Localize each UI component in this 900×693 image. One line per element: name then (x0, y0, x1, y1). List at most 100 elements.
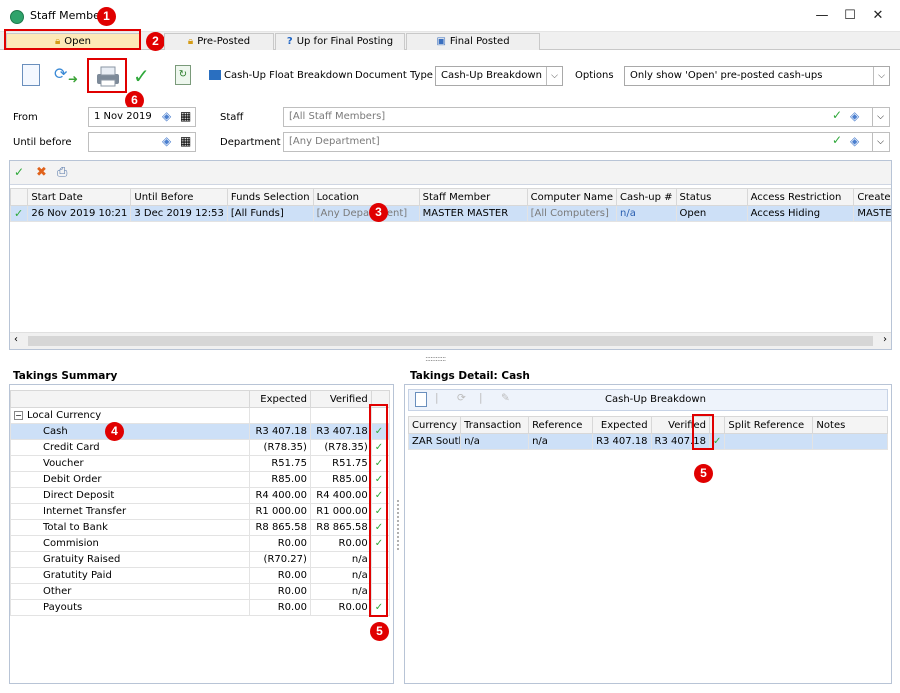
tab-pre-posted[interactable]: 🔒︎ Pre-Posted (164, 33, 274, 50)
eraser-icon[interactable]: ◈ (162, 109, 171, 123)
col-expected[interactable]: Expected (592, 416, 652, 434)
scroll-left-icon[interactable]: ‹ (14, 334, 18, 345)
summary-row-verified: R0.00 (309, 535, 372, 552)
cell-reference: n/a (528, 433, 594, 450)
takings-summary-panel: Expected Verified − Local Currency Cash R3… (9, 384, 394, 684)
eraser-icon[interactable]: ◈ (850, 109, 859, 123)
vertical-splitter[interactable] (397, 500, 400, 550)
collapse-icon[interactable]: − (14, 411, 23, 420)
new-line-icon[interactable] (415, 392, 427, 407)
refresh-arrow-icon: ➜ (68, 72, 79, 86)
new-document-icon[interactable] (22, 64, 40, 86)
summary-row[interactable]: Direct Deposit R4 400.00 R4 400.00 ✓ (10, 487, 391, 504)
eraser-icon[interactable]: ◈ (162, 134, 171, 148)
close-button[interactable]: ✕ (868, 6, 888, 26)
scrollbar-thumb[interactable] (28, 336, 873, 346)
col-location[interactable]: Location (312, 188, 420, 206)
summary-row[interactable]: Gratuity Raised (R70.27) n/a (10, 551, 391, 568)
grid-print-icon[interactable]: ⎙ (57, 165, 67, 180)
highlight-box-tab (4, 29, 141, 50)
chevron-down-icon[interactable]: ⌵ (872, 108, 888, 126)
summary-row[interactable]: Debit Order R85.00 R85.00 ✓ (10, 471, 391, 488)
horizontal-scrollbar[interactable]: ‹ › (10, 332, 891, 349)
col-notes[interactable]: Notes (812, 416, 888, 434)
department-field[interactable]: [Any Department] (283, 132, 890, 152)
summary-row[interactable]: Gratutity Paid R0.00 n/a (10, 567, 391, 584)
summary-row-verified: n/a (309, 567, 372, 584)
cell-funds-selection: [All Funds] (226, 205, 314, 222)
col-funds-selection[interactable]: Funds Selection (226, 188, 314, 206)
highlight-box-summary-checks (369, 404, 388, 617)
group-expected (249, 407, 311, 424)
cell-currency: ZAR South (407, 433, 462, 450)
col-created[interactable]: Created (853, 188, 891, 206)
summary-row-verified: R85.00 (309, 471, 372, 488)
col-transaction[interactable]: Transaction (460, 416, 530, 434)
calendar-icon[interactable]: ▦ (180, 109, 191, 123)
document-type-select[interactable]: Cash-Up Breakdown ⌵ (435, 66, 563, 86)
summary-row-name: Commision (10, 535, 251, 552)
col-split-reference[interactable]: Split Reference (724, 416, 814, 434)
cell-created: MASTER (853, 205, 891, 222)
cell-status: Open (675, 205, 748, 222)
summary-row[interactable]: Internet Transfer R1 000.00 R1 000.00 ✓ (10, 503, 391, 520)
summary-row-name: Voucher (10, 455, 251, 472)
takings-detail-title: Takings Detail: Cash (410, 370, 530, 382)
summary-row-expected: R51.75 (249, 455, 311, 472)
options-select[interactable]: Only show 'Open' pre-posted cash-ups ⌵ (624, 66, 890, 86)
summary-row[interactable]: Commision R0.00 R0.00 ✓ (10, 535, 391, 552)
summary-row-verified: n/a (309, 583, 372, 600)
group-row[interactable]: − Local Currency (10, 407, 391, 424)
col-until-before[interactable]: Until Before (130, 188, 228, 206)
department-check-icon[interactable]: ✓ (832, 133, 842, 147)
splitter-handle[interactable]: :::::::::::: (425, 354, 446, 363)
tab-final-posted-label: Final Posted (449, 36, 510, 47)
minimize-button[interactable]: — (812, 6, 832, 26)
verify-check-icon[interactable]: ✓ (133, 64, 150, 88)
summary-expected-header[interactable]: Expected (249, 390, 311, 408)
staff-field[interactable]: [All Staff Members] (283, 107, 890, 127)
col-access-restriction[interactable]: Access Restriction (746, 188, 855, 206)
col-start-date[interactable]: Start Date (27, 188, 132, 206)
group-verified (309, 407, 372, 424)
summary-row-expected: R4 400.00 (249, 487, 311, 504)
tab-final-posted[interactable]: ▣ Final Posted (406, 33, 540, 50)
until-before-label: Until before (13, 137, 72, 148)
maximize-button[interactable]: ☐ (840, 6, 860, 26)
col-computer-name[interactable]: Computer Name (526, 188, 618, 206)
refresh-icon[interactable]: ⟳ (54, 64, 67, 83)
refresh-document-icon[interactable]: ↻ (175, 65, 191, 85)
approve-icon[interactable]: ✓ (14, 165, 24, 179)
table-row[interactable]: ✓ 26 Nov 2019 10:21 3 Dec 2019 12:53 [Al… (10, 205, 891, 222)
tab-up-for-final-posting[interactable]: ? Up for Final Posting (275, 33, 405, 50)
calendar-icon[interactable]: ▦ (180, 134, 191, 148)
scroll-right-icon[interactable]: › (883, 334, 887, 345)
callout-badge-3: 3 (369, 203, 388, 222)
refresh-disabled-icon: ⟳ (457, 392, 466, 404)
summary-row-name: Debit Order (10, 471, 251, 488)
reject-icon[interactable]: ✖ (36, 165, 47, 180)
summary-row[interactable]: Voucher R51.75 R51.75 ✓ (10, 455, 391, 472)
summary-row[interactable]: Payouts R0.00 R0.00 ✓ (10, 599, 391, 616)
cash-up-breakdown-label[interactable]: Cash-Up Breakdown (605, 394, 706, 405)
float-breakdown-button[interactable]: Cash-Up Float Breakdown (224, 70, 353, 81)
summary-row-name: Payouts (10, 599, 251, 616)
col-currency[interactable]: Currency (407, 416, 462, 434)
callout-badge-5-detail: 5 (694, 464, 713, 483)
col-staff-member[interactable]: Staff Member (418, 188, 528, 206)
staff-check-icon[interactable]: ✓ (832, 108, 842, 122)
chevron-down-icon[interactable]: ⌵ (872, 133, 888, 151)
summary-row[interactable]: Total to Bank R8 865.58 R8 865.58 ✓ (10, 519, 391, 536)
highlight-box-detail-check (692, 414, 714, 450)
summary-row[interactable]: Cash R3 407.18 R3 407.18 ✓ (10, 423, 391, 440)
summary-verified-header[interactable]: Verified (309, 390, 372, 408)
eraser-icon[interactable]: ◈ (850, 134, 859, 148)
cell-transaction: n/a (460, 433, 530, 450)
col-status[interactable]: Status (675, 188, 748, 206)
table-row[interactable]: ZAR South n/a n/a R3 407.18 R3 407.18 ✓ (407, 433, 888, 450)
summary-row[interactable]: Other R0.00 n/a (10, 583, 391, 600)
summary-row[interactable]: Credit Card (R78.35) (R78.35) ✓ (10, 439, 391, 456)
col-cashup-number[interactable]: Cash-up # (616, 188, 677, 206)
summary-row-expected: R3 407.18 (249, 423, 311, 440)
col-reference[interactable]: Reference (528, 416, 594, 434)
